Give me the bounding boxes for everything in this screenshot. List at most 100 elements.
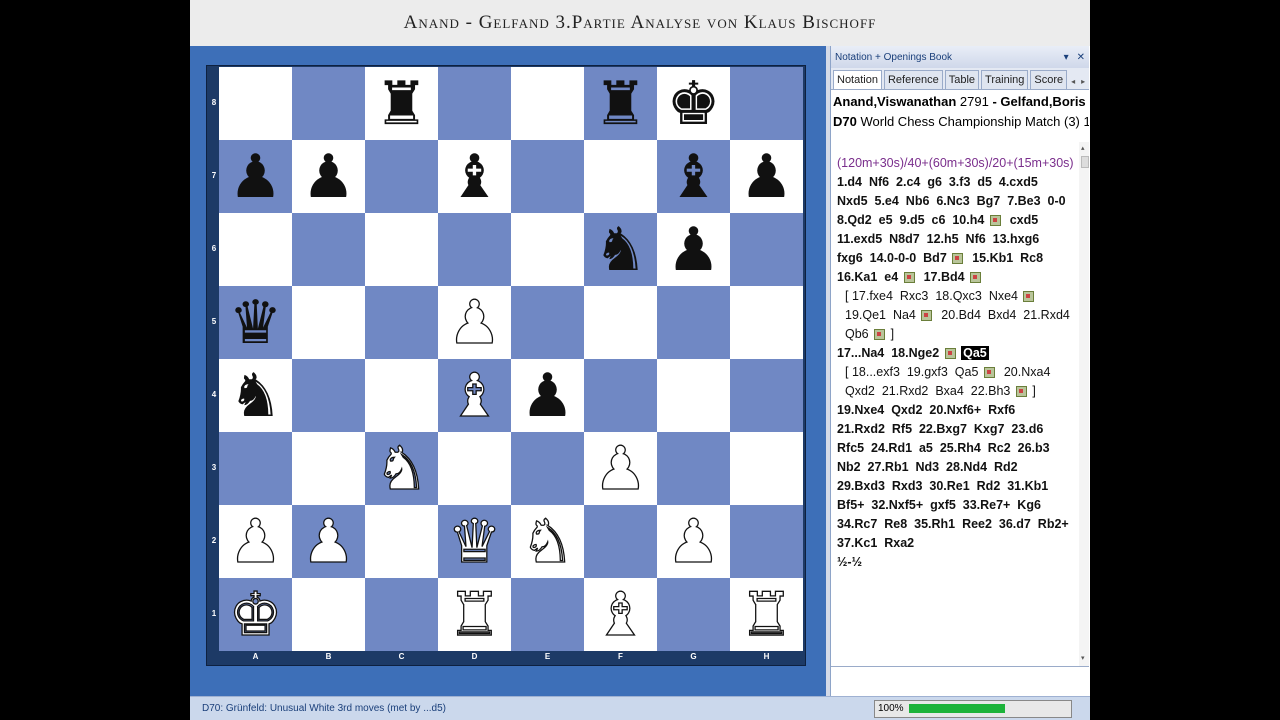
square-a6[interactable] — [219, 213, 292, 286]
move-line[interactable]: Rfc5 24.Rd1 a5 25.Rh4 Rc2 26.b3 — [837, 439, 1050, 458]
square-a8[interactable] — [219, 67, 292, 140]
tab-scroll-right-icon[interactable]: ▸ — [1079, 74, 1087, 89]
move-text[interactable]: 19.Qe1 Na4 — [845, 308, 919, 322]
scroll-up-icon[interactable]: ▴ — [1081, 144, 1085, 152]
square-e1[interactable] — [511, 578, 584, 651]
square-d1[interactable]: ♜ — [438, 578, 511, 651]
white-queen-icon[interactable]: ♛ — [447, 511, 502, 572]
move-text[interactable]: 17.Bd4 — [917, 270, 968, 284]
move-text[interactable]: Bf5+ 32.Nxf5+ gxf5 33.Re7+ Kg6 — [837, 498, 1041, 512]
move-text[interactable]: 1.d4 Nf6 2.c4 g6 3.f3 d5 4.cxd5 — [837, 175, 1038, 189]
square-f5[interactable] — [584, 286, 657, 359]
tab-score[interactable]: Score — [1030, 70, 1068, 89]
notation-scrollbar[interactable] — [1079, 142, 1089, 666]
move-text[interactable]: [ 17.fxe4 Rxc3 18.Qxc3 Nxe4 — [845, 289, 1021, 303]
square-f7[interactable] — [584, 140, 657, 213]
black-pawn-icon[interactable]: ♟ — [667, 220, 721, 280]
white-pawn-icon[interactable]: ♟ — [301, 511, 356, 572]
move-line[interactable]: 17...Na4 18.Nge2 Qa5 — [837, 344, 989, 363]
annotation-diagram-icon[interactable] — [874, 329, 886, 341]
square-e8[interactable] — [511, 67, 584, 140]
variation-line[interactable]: 19.Qe1 Na4 20.Bd4 Bxd4 21.Rxd4 — [845, 306, 1070, 325]
black-king-icon[interactable]: ♚ — [667, 74, 721, 134]
black-pawn-icon[interactable]: ♟ — [302, 147, 356, 207]
tab-notation[interactable]: Notation — [833, 70, 882, 89]
square-g8[interactable]: ♚ — [657, 67, 730, 140]
square-f6[interactable]: ♞ — [584, 213, 657, 286]
move-text[interactable]: Rfc5 24.Rd1 a5 25.Rh4 Rc2 26.b3 — [837, 441, 1050, 455]
white-rook-icon[interactable]: ♜ — [447, 584, 502, 645]
square-c1[interactable] — [365, 578, 438, 651]
move-text[interactable]: 8.Qd2 e5 9.d5 c6 10.h4 — [837, 213, 988, 227]
move-line[interactable]: Nb2 27.Rb1 Nd3 28.Nd4 Rd2 — [837, 458, 1018, 477]
annotation-diagram-icon[interactable] — [970, 272, 982, 284]
move-text[interactable]: 21.Rxd2 Rf5 22.Bxg7 Kxg7 23.d6 — [837, 422, 1043, 436]
square-c5[interactable] — [365, 286, 438, 359]
square-h2[interactable] — [730, 505, 803, 578]
move-text[interactable]: Qxd2 21.Rxd2 Bxa4 22.Bh3 — [845, 384, 1014, 398]
move-text[interactable]: 15.Kb1 Rc8 — [965, 251, 1043, 265]
square-f4[interactable] — [584, 359, 657, 432]
square-h7[interactable]: ♟ — [730, 140, 803, 213]
move-text[interactable]: 16.Ka1 e4 — [837, 270, 902, 284]
white-pawn-icon[interactable]: ♟ — [228, 511, 283, 572]
square-h4[interactable] — [730, 359, 803, 432]
square-a3[interactable] — [219, 432, 292, 505]
white-knight-icon[interactable]: ♞ — [520, 511, 575, 572]
move-line[interactable]: 11.exd5 N8d7 12.h5 Nf6 13.hxg6 — [837, 230, 1039, 249]
square-d5[interactable]: ♟ — [438, 286, 511, 359]
square-d4[interactable]: ♝ — [438, 359, 511, 432]
tab-table[interactable]: Table — [944, 70, 980, 89]
square-b3[interactable] — [292, 432, 365, 505]
move-text[interactable]: ] — [887, 327, 894, 341]
square-g3[interactable] — [657, 432, 730, 505]
black-knight-icon[interactable]: ♞ — [229, 366, 283, 426]
square-g6[interactable]: ♟ — [657, 213, 730, 286]
move-text[interactable]: 20.Nxa4 — [997, 365, 1051, 379]
move-text[interactable]: ] — [1029, 384, 1035, 398]
panel-dropdown-icon[interactable]: ▾ — [1064, 52, 1069, 63]
black-queen-icon[interactable]: ♛ — [229, 293, 283, 353]
square-f3[interactable]: ♟ — [584, 432, 657, 505]
white-pawn-icon[interactable]: ♟ — [593, 438, 648, 499]
notation-moves[interactable]: (120m+30s)/40+(60m+30s)/20+(15m+30s) 1.d… — [831, 146, 1079, 666]
move-line[interactable]: 16.Ka1 e4 17.Bd4 — [837, 268, 983, 287]
move-text[interactable]: Qb6 — [845, 327, 872, 341]
square-a7[interactable]: ♟ — [219, 140, 292, 213]
move-line[interactable]: 1.d4 Nf6 2.c4 g6 3.f3 d5 4.cxd5 — [837, 173, 1038, 192]
black-knight-icon[interactable]: ♞ — [594, 220, 648, 280]
annotation-diagram-icon[interactable] — [1015, 386, 1027, 398]
square-g2[interactable]: ♟ — [657, 505, 730, 578]
square-a2[interactable]: ♟ — [219, 505, 292, 578]
square-c4[interactable] — [365, 359, 438, 432]
square-c6[interactable] — [365, 213, 438, 286]
square-d8[interactable] — [438, 67, 511, 140]
square-d7[interactable]: ♝ — [438, 140, 511, 213]
square-g7[interactable]: ♝ — [657, 140, 730, 213]
close-icon[interactable]: ✕ — [1077, 52, 1085, 63]
white-knight-icon[interactable]: ♞ — [374, 438, 429, 499]
scroll-thumb[interactable] — [1081, 156, 1089, 168]
square-h5[interactable] — [730, 286, 803, 359]
square-f8[interactable]: ♜ — [584, 67, 657, 140]
variation-line[interactable]: [ 17.fxe4 Rxc3 18.Qxc3 Nxe4 — [845, 287, 1036, 306]
annotation-diagram-icon[interactable] — [1023, 291, 1035, 303]
annotation-diagram-icon[interactable] — [921, 310, 933, 322]
square-g4[interactable] — [657, 359, 730, 432]
variation-line[interactable]: [ 18...exf3 19.gxf3 Qa5 20.Nxa4 — [845, 363, 1050, 382]
square-d3[interactable] — [438, 432, 511, 505]
square-g1[interactable] — [657, 578, 730, 651]
square-b7[interactable]: ♟ — [292, 140, 365, 213]
move-line[interactable]: 29.Bxd3 Rxd3 30.Re1 Rd2 31.Kb1 — [837, 477, 1048, 496]
variation-line[interactable]: Qb6 ] — [845, 325, 894, 344]
square-h3[interactable] — [730, 432, 803, 505]
square-g5[interactable] — [657, 286, 730, 359]
square-b6[interactable] — [292, 213, 365, 286]
move-text[interactable]: 29.Bxd3 Rxd3 30.Re1 Rd2 31.Kb1 — [837, 479, 1048, 493]
move-line[interactable]: Nxd5 5.e4 Nb6 6.Nc3 Bg7 7.Be3 0-0 — [837, 192, 1066, 211]
white-pawn-icon[interactable]: ♟ — [666, 511, 721, 572]
square-e4[interactable]: ♟ — [511, 359, 584, 432]
square-d2[interactable]: ♛ — [438, 505, 511, 578]
square-f1[interactable]: ♝ — [584, 578, 657, 651]
chess-board[interactable]: ♜ ♜ ♚ ♟ ♟ ♝ ♝ ♟ ♞ ♟ ♛ ♟ ♞ ♝ ♟ ♞ ♟ ♟ ♟ ♛ ♞ ♟ ♚ ♜ ♝ ♜ — [219, 67, 803, 651]
